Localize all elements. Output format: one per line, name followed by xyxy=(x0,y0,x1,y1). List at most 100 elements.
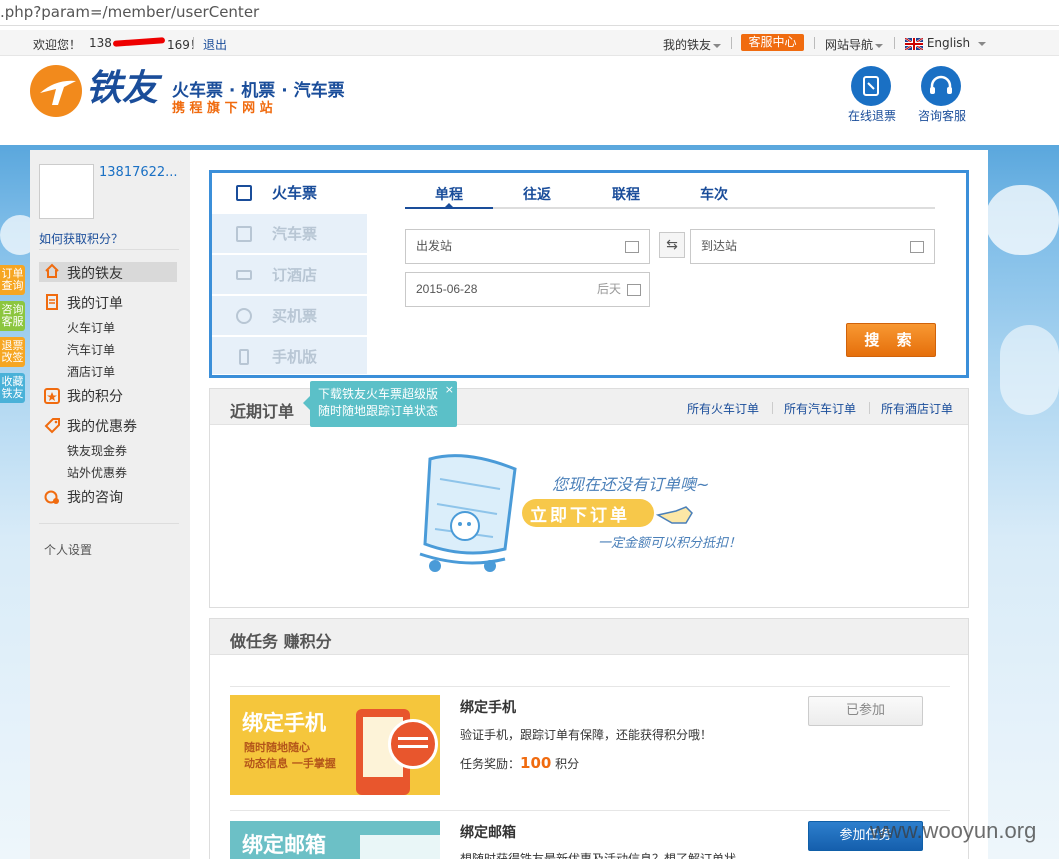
tab-hotel[interactable]: 订酒店 xyxy=(212,255,367,295)
message-line xyxy=(398,745,428,748)
close-icon[interactable]: × xyxy=(445,381,454,398)
to-placeholder: 到达站 xyxy=(701,239,738,253)
bind-email-banner[interactable]: 绑定邮箱 xyxy=(230,821,440,859)
train-icon xyxy=(236,185,252,201)
watermark: www.wooyun.org xyxy=(870,818,1037,843)
banner-title: 绑定手机 xyxy=(242,711,326,735)
search-button[interactable]: 搜 索 xyxy=(846,323,936,357)
chevron-down-icon xyxy=(978,41,987,46)
language-menu[interactable]: English xyxy=(904,36,987,51)
tab-flight[interactable]: 买机票 xyxy=(212,296,367,336)
message-icon xyxy=(388,719,438,769)
refund-label[interactable]: 在线退票 xyxy=(848,107,896,124)
tab-mobile[interactable]: 手机版 xyxy=(212,337,367,375)
task-title: 绑定手机 xyxy=(460,700,516,716)
points-note: 一定金额可以积分抵扣！ xyxy=(598,536,742,551)
all-bus-orders-link[interactable]: 所有汽车订单 xyxy=(784,400,856,417)
tab-label: 汽车票 xyxy=(272,225,318,243)
sidebar-item-label[interactable]: 我的积分 xyxy=(67,386,123,406)
tab-train[interactable]: 火车票 xyxy=(212,173,367,213)
all-hotel-orders-link[interactable]: 所有酒店订单 xyxy=(881,400,953,417)
envelope-illustration xyxy=(360,835,440,859)
divider xyxy=(39,523,179,524)
all-train-orders-link[interactable]: 所有火车订单 xyxy=(687,400,759,417)
joined-button[interactable]: 已参加 xyxy=(808,696,923,726)
support-button[interactable] xyxy=(921,66,961,106)
tab-label: 手机版 xyxy=(272,348,318,366)
sidebar-subitem[interactable]: 酒店订单 xyxy=(67,363,115,380)
banner-title: 绑定邮箱 xyxy=(242,833,326,857)
top-bar: 欢迎您！ 138 169！ 退出 我的铁友 客服中心 网站导航 English xyxy=(0,30,1059,56)
download-app-tooltip[interactable]: 下载铁友火车票超级版 随时随地跟踪订单状态 × xyxy=(303,381,457,427)
points-help-link[interactable]: 如何获取积分？ xyxy=(39,230,123,247)
reward-value: 100 xyxy=(520,754,552,772)
divider xyxy=(230,686,950,687)
divider xyxy=(731,37,732,49)
to-station-input[interactable]: 到达站 xyxy=(690,229,935,264)
headset-icon xyxy=(930,75,952,94)
avatar[interactable] xyxy=(39,164,94,219)
logout-link[interactable]: 退出 xyxy=(203,36,227,53)
float-favorite[interactable]: 收藏铁友 xyxy=(0,373,25,403)
coupon-icon xyxy=(44,418,60,434)
sidebar-subitem[interactable]: 火车订单 xyxy=(67,319,115,336)
date-input[interactable]: 2015-06-28 后天 xyxy=(405,272,650,307)
settings-link[interactable]: 个人设置 xyxy=(44,541,92,558)
ticket-icon xyxy=(863,76,879,96)
float-refund[interactable]: 退票改签 xyxy=(0,337,25,367)
date-value: 2015-06-28 xyxy=(416,282,478,296)
sidebar-item-label[interactable]: 我的咨询 xyxy=(67,487,123,507)
divider xyxy=(869,402,870,414)
sidebar-subitem[interactable]: 汽车订单 xyxy=(67,341,115,358)
panel-title: 近期订单 xyxy=(230,402,295,421)
calendar-icon[interactable] xyxy=(627,284,641,296)
tab-roundtrip[interactable]: 往返 xyxy=(523,184,551,204)
support-label[interactable]: 咨询客服 xyxy=(918,107,966,124)
sidebar-item-label[interactable]: 我的优惠券 xyxy=(67,416,137,436)
site-nav-label: 网站导航 xyxy=(825,38,874,52)
order-now-label[interactable]: 立即下订单 xyxy=(530,501,630,526)
float-consult[interactable]: 咨询客服 xyxy=(0,301,25,331)
station-list-icon[interactable] xyxy=(910,241,924,253)
url-text: .php?param=/member/userCenter xyxy=(0,3,260,21)
tab-bus[interactable]: 汽车票 xyxy=(212,214,367,254)
service-center-button[interactable]: 客服中心 xyxy=(741,34,804,51)
username[interactable]: 13817622... xyxy=(99,165,178,180)
swap-stations-button[interactable]: ⇆ xyxy=(659,232,685,258)
sidebar-subitem[interactable]: 站外优惠券 xyxy=(67,464,127,481)
task-desc: 验证手机，跟踪订单有保障，还能获得积分哦！ xyxy=(460,728,713,742)
welcome-text: 欢迎您！ xyxy=(33,38,82,52)
chat-icon xyxy=(44,490,59,504)
tab-label: 买机票 xyxy=(272,307,318,325)
tab-oneway[interactable]: 单程 xyxy=(435,184,463,204)
bind-phone-banner[interactable]: 绑定手机 随时随地随心 动态信息 一手掌握 xyxy=(230,695,440,795)
float-order-query[interactable]: 订单查询 xyxy=(0,265,25,295)
logo-text[interactable]: 铁友 xyxy=(86,67,158,111)
station-list-icon[interactable] xyxy=(625,241,639,253)
refund-button[interactable] xyxy=(851,66,891,106)
banner-line: 随时随地随心 xyxy=(244,741,310,754)
redaction-mark xyxy=(112,37,166,47)
tab-train-number[interactable]: 车次 xyxy=(700,184,728,204)
sub-slogan: 携 程 旗 下 网 站 xyxy=(172,101,273,116)
tooltip-line: 下载铁友火车票超级版 xyxy=(318,387,439,401)
uk-flag-icon xyxy=(904,36,924,51)
logo-mark[interactable] xyxy=(30,65,82,117)
divider xyxy=(894,37,895,49)
sidebar-subitem[interactable]: 铁友现金券 xyxy=(67,442,127,459)
tasks-panel: 做任务 赚积分 绑定手机 随时随地随心 动态信息 一手掌握 绑定手机 验证手机，… xyxy=(209,618,969,859)
search-box: 火车票 汽车票 订酒店 买机票 手机版 单程 往返 联程 车次 出发站 ⇆ 到达… xyxy=(209,170,969,378)
my-tieyou-menu[interactable]: 我的铁友 xyxy=(663,36,722,53)
divider xyxy=(230,810,950,811)
my-tieyou-label: 我的铁友 xyxy=(663,38,712,52)
sidebar-item-label[interactable]: 我的铁友 xyxy=(67,263,123,283)
address-bar[interactable]: .php?param=/member/userCenter xyxy=(0,0,1059,26)
bed-icon xyxy=(236,270,252,280)
tab-connecting[interactable]: 联程 xyxy=(612,184,640,204)
sidebar-item-label[interactable]: 我的订单 xyxy=(67,293,123,313)
task-reward: 任务奖励：100 积分 xyxy=(460,754,579,772)
from-station-input[interactable]: 出发站 xyxy=(405,229,650,264)
logo-swoosh-icon xyxy=(40,80,76,105)
site-nav-menu[interactable]: 网站导航 xyxy=(825,36,884,53)
empty-orders-text: 您现在还没有订单噢~ xyxy=(552,475,710,494)
